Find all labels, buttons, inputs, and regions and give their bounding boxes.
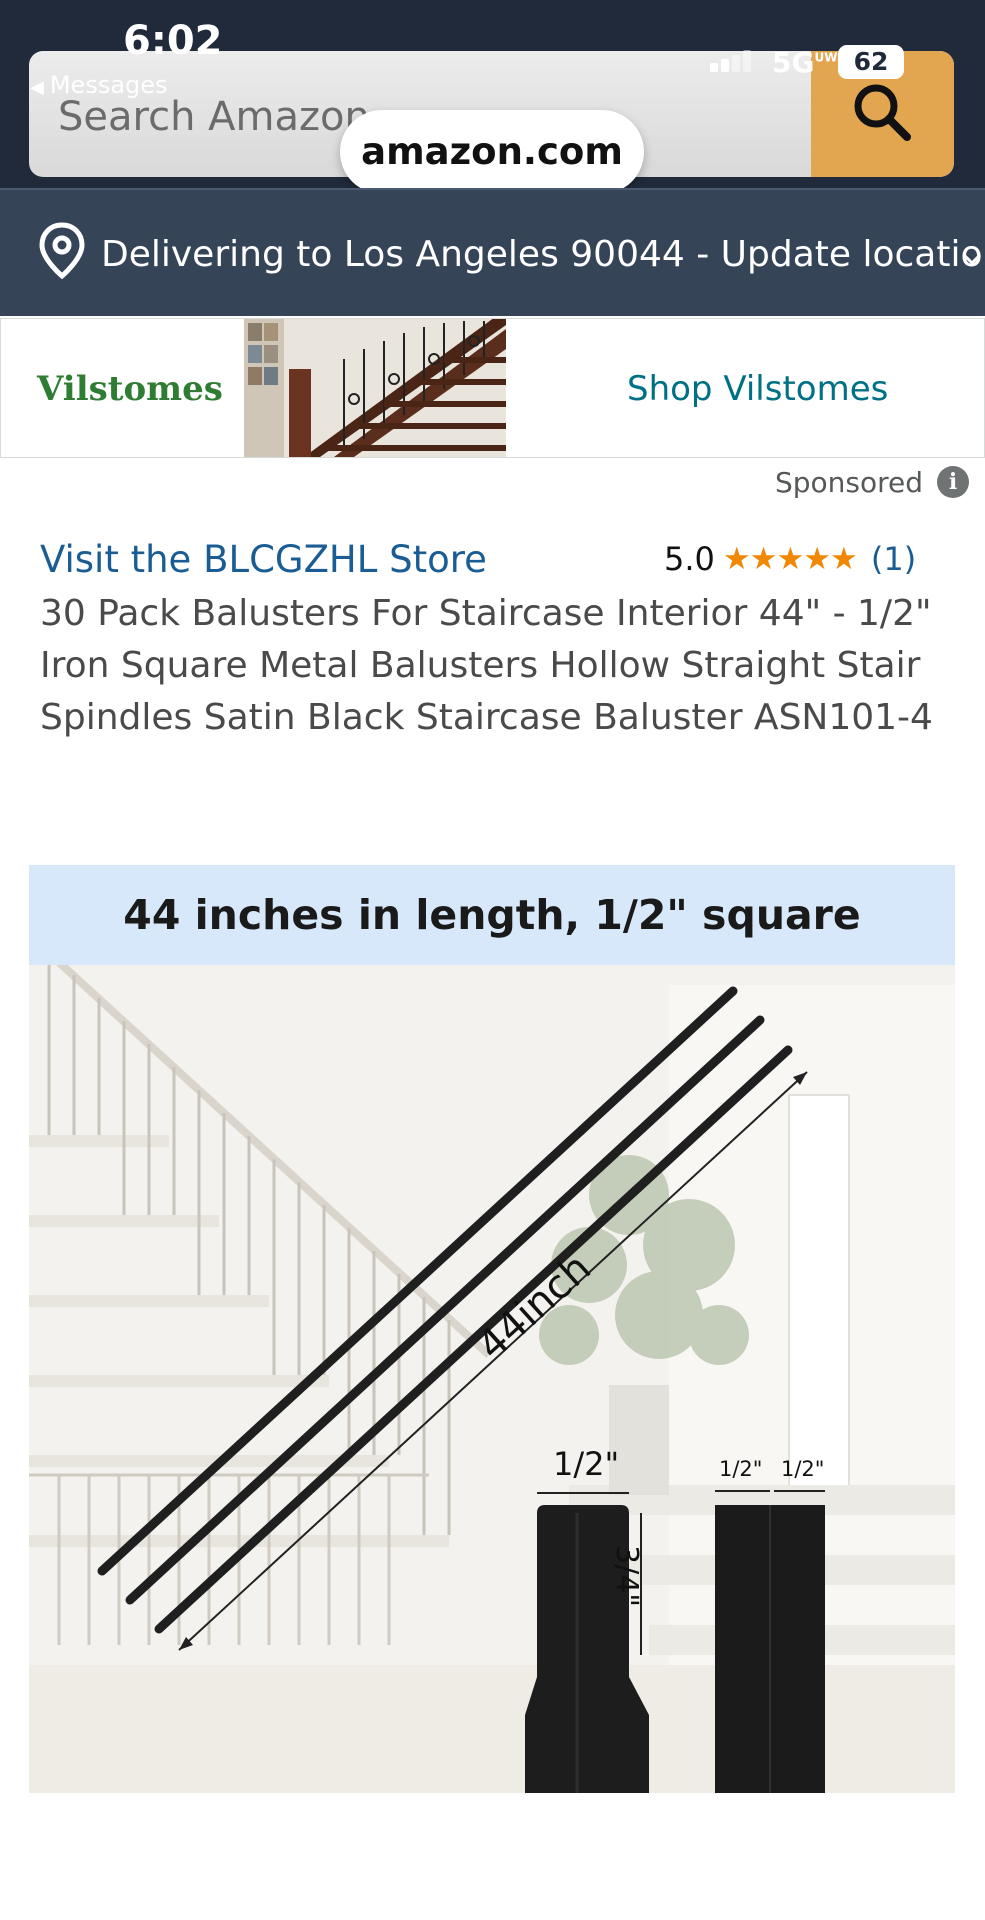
url-pill[interactable]: amazon.com <box>340 110 644 194</box>
location-text[interactable]: Delivering to Los Angeles 90044 - Update… <box>101 234 985 275</box>
info-icon[interactable]: i <box>937 466 969 498</box>
sponsored-label: Sponsored <box>775 466 924 499</box>
rating-summary[interactable]: 5.0 ★★★★★ (1) <box>664 538 916 580</box>
search-icon <box>854 84 911 141</box>
dimension-top-left: 1/2" <box>553 1445 620 1483</box>
network-indicator: 5GUW <box>772 46 838 79</box>
product-title: 30 Pack Balusters For Staircase Interior… <box>40 593 933 738</box>
brand-banner-image[interactable] <box>244 319 506 457</box>
dimension-top-right-a: 1/2" <box>719 1457 763 1481</box>
rating-value: 5.0 <box>664 540 715 578</box>
location-bar[interactable]: Delivering to Los Angeles 90044 - Update… <box>0 188 985 316</box>
image-caption: 44 inches in length, 1/2" square <box>29 865 955 965</box>
search-input[interactable]: Search Amazon <box>58 94 370 140</box>
rating-count-link[interactable]: (1) <box>871 540 916 578</box>
product-image[interactable]: 44 inches in length, 1/2" square 44inch … <box>29 865 955 1793</box>
brand-logo[interactable]: Vilstomes <box>37 369 223 409</box>
top-header: Search Amazon 6:02 ◀ Messages 5GUW 62 ama… <box>0 0 985 194</box>
back-arrow-icon: ◀ <box>30 77 44 98</box>
store-link[interactable]: Visit the BLCGZHL Store <box>40 538 487 581</box>
battery-icon: 62 <box>838 45 904 79</box>
chevron-down-icon <box>962 253 982 266</box>
location-pin-icon <box>39 222 85 280</box>
shop-brand-link[interactable]: Shop Vilstomes <box>627 369 888 409</box>
back-label: Messages <box>49 71 168 99</box>
sponsored-brand-banner[interactable]: Vilstomes Shop Vilstomes <box>0 318 985 458</box>
signal-icon <box>710 50 754 72</box>
status-time: 6:02 <box>123 18 223 64</box>
dimension-top-right-b: 1/2" <box>781 1457 825 1481</box>
dimension-side: 3/4" <box>609 1545 644 1608</box>
star-rating-icon: ★★★★★ <box>722 541 858 577</box>
back-to-messages[interactable]: ◀ Messages <box>30 71 168 99</box>
